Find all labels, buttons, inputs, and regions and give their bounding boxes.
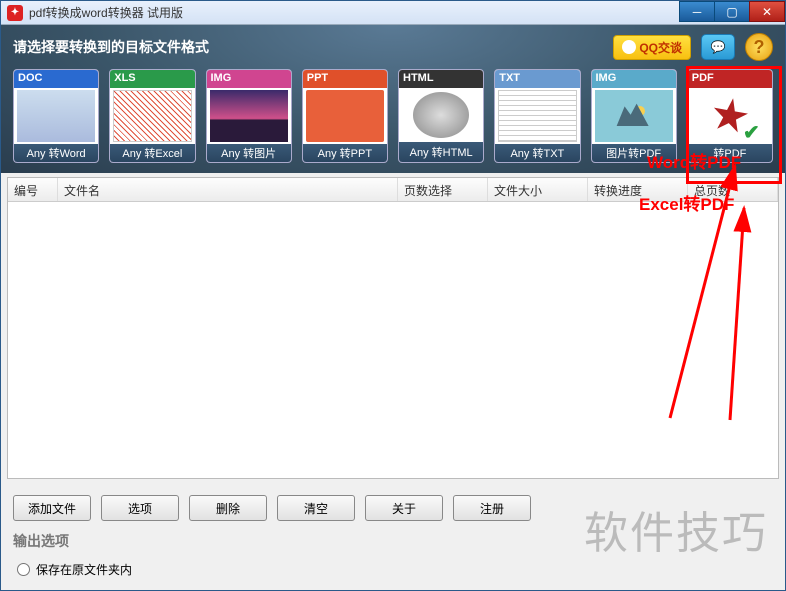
format-any-to-ppt[interactable]: PPT Any 转PPT	[302, 69, 388, 163]
file-table: 编号 文件名 页数选择 文件大小 转换进度 总页数	[7, 177, 779, 479]
titlebar: ✦ pdf转换成word转换器 试用版 ─ ▢ ✕	[1, 1, 785, 25]
add-file-button[interactable]: 添加文件	[13, 495, 91, 521]
format-any-to-image[interactable]: IMG Any 转图片	[206, 69, 292, 163]
chat-icon: 💬	[711, 40, 726, 54]
message-button[interactable]: 💬	[701, 34, 735, 60]
col-filename[interactable]: 文件名	[58, 178, 398, 201]
format-panel: 请选择要转换到的目标文件格式 QQ交谈 💬 ? DOC Any 转Word XL…	[1, 25, 785, 173]
app-icon: ✦	[7, 5, 23, 21]
col-progress[interactable]: 转换进度	[588, 178, 688, 201]
doc-head: DOC	[14, 70, 98, 88]
format-any-to-html[interactable]: HTML Any 转HTML	[398, 69, 484, 163]
doc-head: HTML	[399, 70, 483, 88]
format-label: Any 转TXT	[495, 144, 579, 162]
format-any-to-excel[interactable]: XLS Any 转Excel	[109, 69, 195, 163]
format-any-to-word[interactable]: DOC Any 转Word	[13, 69, 99, 163]
format-label: Any 转Excel	[110, 144, 194, 162]
format-label: Any 转Word	[14, 144, 98, 162]
clear-button[interactable]: 清空	[277, 495, 355, 521]
qq-label: QQ交谈	[639, 39, 682, 56]
col-index[interactable]: 编号	[8, 178, 58, 201]
table-header: 编号 文件名 页数选择 文件大小 转换进度 总页数	[8, 178, 778, 202]
doc-head: TXT	[495, 70, 579, 88]
options-button[interactable]: 选项	[101, 495, 179, 521]
format-label: Any 转HTML	[399, 142, 483, 162]
output-options-label: 输出选项	[1, 531, 785, 561]
qq-icon	[622, 40, 636, 54]
format-to-pdf[interactable]: PDF ✔ 转PDF	[687, 69, 773, 163]
doc-head: IMG	[207, 70, 291, 88]
window-title: pdf转换成word转换器 试用版	[29, 4, 680, 21]
maximize-button[interactable]: ▢	[714, 1, 750, 22]
format-label: 图片转PDF	[592, 144, 676, 162]
doc-head: XLS	[110, 70, 194, 88]
help-button[interactable]: ?	[745, 33, 773, 61]
about-button[interactable]: 关于	[365, 495, 443, 521]
format-prompt: 请选择要转换到的目标文件格式	[13, 37, 613, 57]
col-size[interactable]: 文件大小	[488, 178, 588, 201]
col-total[interactable]: 总页数	[688, 178, 778, 201]
format-label: Any 转PPT	[303, 144, 387, 162]
register-button[interactable]: 注册	[453, 495, 531, 521]
save-original-radio[interactable]	[17, 563, 30, 576]
format-label: Any 转图片	[207, 144, 291, 162]
doc-head: IMG	[592, 70, 676, 88]
save-original-label: 保存在原文件夹内	[36, 561, 132, 578]
close-button[interactable]: ✕	[749, 1, 785, 22]
col-pages[interactable]: 页数选择	[398, 178, 488, 201]
delete-button[interactable]: 删除	[189, 495, 267, 521]
format-label: 转PDF	[688, 144, 772, 162]
doc-head: PPT	[303, 70, 387, 88]
doc-head: PDF	[688, 70, 772, 88]
minimize-button[interactable]: ─	[679, 1, 715, 22]
qq-chat-button[interactable]: QQ交谈	[613, 35, 691, 60]
format-image-to-pdf[interactable]: IMG 图片转PDF	[591, 69, 677, 163]
format-any-to-txt[interactable]: TXT Any 转TXT	[494, 69, 580, 163]
